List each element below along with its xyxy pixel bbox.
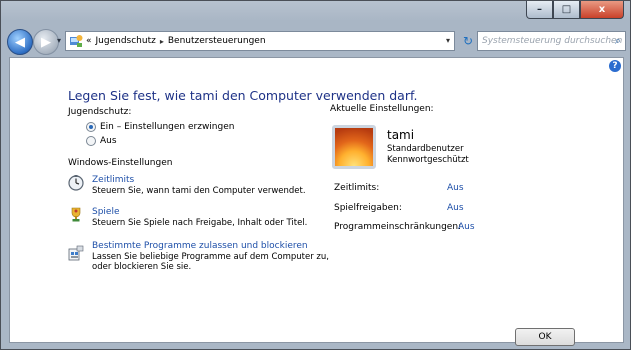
- recent-pages-dropdown-icon[interactable]: ▾: [57, 36, 61, 45]
- programs-description: Lassen Sie beliebige Programme auf dem C…: [92, 252, 329, 272]
- breadcrumb-prefix[interactable]: «: [86, 36, 92, 46]
- program-icon: [68, 245, 84, 261]
- program-restrictions-value[interactable]: Aus: [458, 222, 475, 232]
- games-description: Steuern Sie Spiele nach Freigabe, Inhalt…: [92, 218, 308, 228]
- search-placeholder: Systemsteuerung durchsuchen: [482, 36, 623, 46]
- user-password-status: Kennwortgeschützt: [387, 155, 469, 165]
- games-link[interactable]: Spiele: [92, 207, 120, 217]
- radio-off-row[interactable]: Aus: [86, 136, 117, 146]
- program-restrictions-key: Programmeinschränkungen:: [334, 222, 462, 232]
- programs-link[interactable]: Bestimmte Programme zulassen und blockie…: [92, 241, 308, 251]
- back-button[interactable]: ◀: [7, 29, 33, 55]
- minimize-button[interactable]: –: [526, 1, 553, 19]
- clock-icon: [68, 175, 84, 191]
- ok-button[interactable]: OK: [515, 328, 575, 346]
- time-limits-link[interactable]: Zeitlimits: [92, 175, 134, 185]
- user-name: tami: [387, 128, 415, 142]
- maximize-button[interactable]: □: [553, 1, 580, 19]
- help-icon[interactable]: ?: [609, 60, 621, 72]
- user-account-type: Standardbenutzer: [387, 144, 464, 154]
- caption-buttons: – □ x: [526, 1, 624, 19]
- current-settings-label: Aktuelle Einstellungen:: [330, 104, 434, 114]
- control-panel-icon: [70, 35, 83, 47]
- trophy-icon: [71, 207, 81, 222]
- address-dropdown-icon[interactable]: ▾: [446, 36, 450, 45]
- avatar: [332, 125, 376, 169]
- game-ratings-key: Spielfreigaben:: [334, 203, 402, 213]
- radio-on[interactable]: [86, 122, 96, 132]
- navigation-bar: ◀ ▶ ▾ « Jugendschutz ▸ Benutzersteuerung…: [7, 29, 626, 55]
- page-title: Legen Sie fest, wie tami den Computer ve…: [68, 88, 418, 103]
- radio-off[interactable]: [86, 136, 96, 146]
- radio-off-label[interactable]: Aus: [100, 136, 117, 146]
- radio-on-label[interactable]: Ein – Einstellungen erzwingen: [100, 122, 234, 132]
- forward-button[interactable]: ▶: [33, 29, 59, 55]
- close-button[interactable]: x: [580, 1, 624, 19]
- address-bar[interactable]: « Jugendschutz ▸ Benutzersteuerungen ▾: [65, 31, 455, 51]
- game-ratings-value[interactable]: Aus: [447, 203, 464, 213]
- time-limits-key: Zeitlimits:: [334, 183, 380, 193]
- content-pane: ? Legen Sie fest, wie tami den Computer …: [9, 57, 624, 346]
- setting-games: Spiele Steuern Sie Spiele nach Freigabe,…: [68, 207, 328, 233]
- search-input[interactable]: Systemsteuerung durchsuchen ⌕: [477, 31, 626, 51]
- time-limits-description: Steuern Sie, wann tami den Computer verw…: [92, 186, 306, 196]
- time-limits-value[interactable]: Aus: [447, 183, 464, 193]
- windows-settings-label: Windows-Einstellungen: [68, 158, 173, 168]
- breadcrumb-item-jugendschutz[interactable]: Jugendschutz: [96, 36, 156, 46]
- parental-controls-label: Jugendschutz:: [68, 107, 132, 117]
- window: – □ x ◀ ▶ ▾ « Jugendschutz ▸ Benutzerste…: [0, 0, 631, 350]
- setting-time-limits: Zeitlimits Steuern Sie, wann tami den Co…: [68, 175, 328, 201]
- breadcrumb-separator-icon[interactable]: ▸: [160, 37, 164, 46]
- radio-on-row[interactable]: Ein – Einstellungen erzwingen: [86, 122, 234, 132]
- breadcrumb-item-benutzersteuerungen[interactable]: Benutzersteuerungen: [168, 36, 266, 46]
- refresh-button[interactable]: ↻: [459, 32, 477, 50]
- setting-programs: Bestimmte Programme zulassen und blockie…: [68, 241, 329, 277]
- search-icon[interactable]: ⌕: [615, 34, 621, 48]
